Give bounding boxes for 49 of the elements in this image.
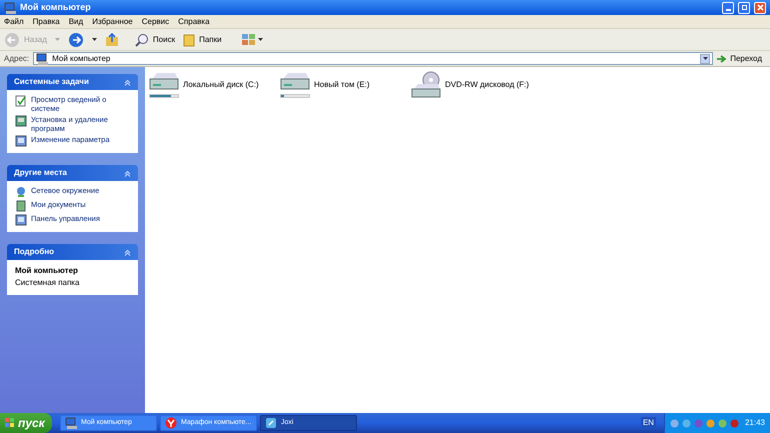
minimize-button[interactable] — [722, 2, 734, 14]
y-logo-icon — [165, 417, 177, 429]
collapse-chevron-icon — [124, 248, 131, 256]
views-button[interactable] — [242, 34, 263, 46]
collapse-chevron-icon — [124, 78, 131, 86]
details-name: Мой компьютер — [15, 265, 79, 277]
folder-icon — [183, 32, 196, 46]
optical-drive-icon — [411, 71, 441, 99]
address-field[interactable]: Мой компьютер — [33, 52, 714, 65]
panel-header[interactable]: Подробно — [7, 244, 138, 260]
menu-item[interactable]: Справка — [178, 16, 210, 28]
drive-item[interactable]: Локальный диск (C:) — [148, 70, 279, 99]
search-button[interactable]: Поиск — [134, 32, 176, 46]
menu-item[interactable]: Вид — [68, 16, 84, 28]
close-button[interactable] — [754, 2, 766, 14]
computer-icon — [65, 417, 77, 429]
menu-item[interactable]: Файл — [4, 16, 24, 28]
language-indicator[interactable]: EN — [640, 417, 656, 429]
address-label: Адрес: — [4, 52, 30, 64]
folder-up-icon[interactable] — [104, 32, 119, 46]
go-arrow-icon — [717, 54, 726, 62]
collapse-chevron-icon — [124, 170, 131, 176]
go-button[interactable]: Переход — [717, 52, 766, 64]
clock: 21:43 — [744, 417, 765, 429]
panel-header[interactable]: Другие места — [7, 165, 138, 181]
checklist-icon — [15, 95, 27, 107]
drive-item[interactable]: DVD-RW дисковод (F:) — [410, 70, 541, 100]
folders-button[interactable]: Папки — [183, 32, 222, 46]
computer-icon — [4, 2, 16, 14]
windows-flag-icon — [5, 418, 15, 428]
dropdown-caret-icon — [258, 38, 263, 41]
control-panel-icon — [15, 214, 27, 226]
magnifier-icon — [134, 32, 149, 46]
dropdown-caret-icon — [702, 57, 708, 60]
details-type: Системная папка — [15, 277, 80, 289]
panel-header[interactable]: Системные задачи — [7, 74, 138, 90]
dropdown-button[interactable] — [700, 54, 710, 64]
menu-item[interactable]: Правка — [32, 16, 60, 28]
dropdown-caret-icon[interactable] — [92, 38, 97, 41]
restore-button[interactable] — [738, 2, 750, 14]
drive-item[interactable]: Новый том (E:) — [279, 70, 410, 99]
start-button[interactable]: пуск — [0, 413, 52, 433]
window-title: Мой компьютер — [20, 0, 92, 14]
menu-item[interactable]: Сервис — [142, 16, 170, 28]
menu-item[interactable]: Избранное — [92, 16, 133, 28]
control-panel-icon — [15, 135, 27, 147]
network-globe-icon — [15, 186, 27, 198]
program-box-icon — [15, 115, 27, 127]
close-icon — [756, 4, 764, 11]
